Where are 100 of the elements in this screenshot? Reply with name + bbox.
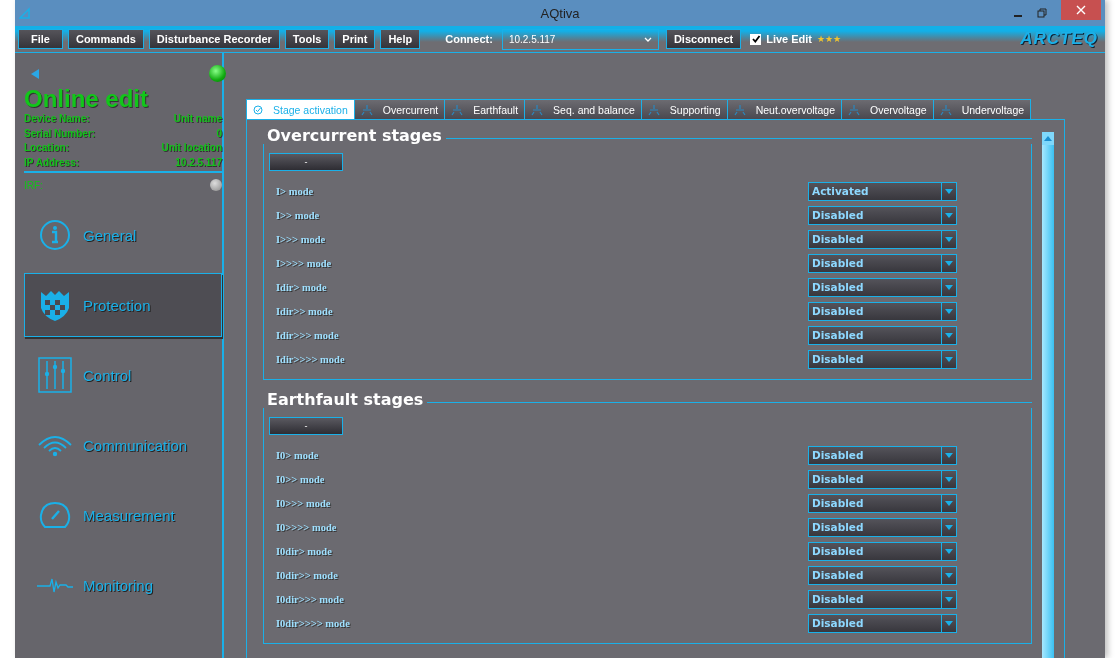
setting-label: I>>>> mode [276, 257, 332, 269]
info-label: IP Address: [24, 155, 80, 170]
mode-dropdown[interactable]: Disabled [808, 493, 957, 513]
mode-title: Online edit [24, 85, 149, 112]
tab[interactable]: Earthfault [444, 99, 525, 119]
disconnect-button[interactable]: Disconnect [665, 29, 742, 49]
check-circle-icon [253, 104, 263, 115]
shield-icon [38, 288, 72, 322]
mode-dropdown[interactable]: Disabled [808, 589, 957, 609]
stage-icon [939, 103, 952, 116]
restore-icon[interactable] [1037, 8, 1047, 18]
connection-dropdown[interactable]: 10.2.5.117 [501, 28, 659, 50]
mode-dropdown[interactable]: Disabled [808, 229, 957, 249]
app-icon [19, 7, 31, 19]
stage-icon [647, 103, 660, 116]
dropdown-arrow-icon [945, 356, 953, 362]
setting-label: I0>> mode [276, 473, 325, 485]
setting-label: I0dir>>>> mode [276, 617, 350, 629]
dropdown-arrow-icon [945, 620, 953, 626]
mode-dropdown[interactable]: Disabled [808, 445, 957, 465]
mode-dropdown[interactable]: Disabled [808, 253, 957, 273]
window-title: AQtiva [540, 5, 580, 21]
menu-button[interactable]: Help [380, 29, 421, 49]
info-label: Location: [24, 141, 69, 155]
dropdown-arrow-icon [945, 572, 953, 578]
mode-dropdown[interactable]: Disabled [808, 277, 957, 297]
section-title: Overcurrent stages [267, 126, 443, 145]
mode-dropdown[interactable]: Disabled [808, 325, 957, 345]
dropdown-arrow-icon [945, 596, 953, 602]
setting-label: Idir>>> mode [276, 329, 339, 341]
setting-label: I>>> mode [276, 233, 326, 245]
info-value: 10.2.5.117 [175, 155, 222, 170]
section-title: Earthfault stages [267, 390, 425, 409]
live-edit-checkbox[interactable] [750, 33, 762, 45]
dropdown-arrow-icon [945, 500, 953, 506]
mode-dropdown[interactable]: Disabled [808, 301, 957, 321]
collapse-button[interactable]: - [269, 417, 343, 435]
menu-button[interactable]: Disturbance Recorder [148, 29, 280, 49]
chevron-icon [643, 36, 652, 42]
mode-dropdown[interactable]: Activated [808, 181, 957, 201]
dropdown-arrow-icon [945, 236, 953, 242]
setting-label: I0>>>> mode [276, 521, 337, 533]
dropdown-arrow-icon [945, 524, 953, 530]
setting-label: I0> mode [276, 449, 319, 461]
info-value: Unit location [161, 141, 222, 155]
info-value: 0 [216, 126, 222, 141]
dropdown-arrow-icon [945, 212, 953, 218]
sliders-icon [38, 357, 72, 393]
pulse-icon [36, 577, 74, 593]
stage-icon [531, 103, 544, 116]
close-button[interactable] [1061, 0, 1101, 20]
setting-label: I0>>> mode [276, 497, 331, 509]
mode-dropdown[interactable]: Disabled [808, 517, 957, 537]
dropdown-arrow-icon [945, 476, 953, 482]
live-edit-label: Live Edit [766, 33, 813, 45]
setting-label: I>> mode [276, 209, 320, 221]
setting-label: I0dir>> mode [276, 569, 338, 581]
gauge-icon [39, 501, 71, 529]
dropdown-arrow-icon [945, 452, 953, 458]
info-value: Unit name [173, 112, 222, 126]
mode-dropdown[interactable]: Disabled [808, 349, 957, 369]
nav-item[interactable]: Protection [24, 273, 222, 337]
dropdown-arrow-icon [945, 284, 953, 290]
mode-dropdown[interactable]: Disabled [808, 613, 957, 633]
dropdown-arrow-icon [945, 308, 953, 314]
rating-stars: ★★★ [817, 34, 842, 44]
menu-button[interactable]: Commands [67, 29, 144, 49]
menu-button[interactable]: File [18, 29, 63, 49]
dropdown-arrow-icon [945, 188, 953, 194]
setting-label: Idir>> mode [276, 305, 333, 317]
tab[interactable]: Overvoltage [841, 99, 933, 119]
scrollbar[interactable] [1042, 132, 1054, 658]
mode-dropdown[interactable]: Disabled [808, 541, 957, 561]
menu-button[interactable]: Print [334, 29, 376, 49]
setting-label: I> mode [276, 185, 314, 197]
scroll-up-icon[interactable] [1044, 136, 1052, 141]
tab[interactable]: Undervoltage [932, 99, 1032, 119]
tab[interactable]: Overcurrent [353, 99, 445, 119]
setting-label: Idir>>>> mode [276, 353, 345, 365]
setting-label: Idir> mode [276, 281, 327, 293]
setting-label: I0dir>>> mode [276, 593, 344, 605]
menu-button[interactable]: Tools [284, 29, 330, 49]
mode-dropdown[interactable]: Disabled [808, 205, 957, 225]
close-icon [1076, 5, 1086, 15]
irf-label: IRF: [24, 179, 43, 191]
dropdown-arrow-icon [945, 260, 953, 266]
info-label: Serial Number: [24, 126, 96, 141]
dropdown-arrow-icon [945, 332, 953, 338]
info-icon [39, 219, 71, 251]
dropdown-arrow-icon [945, 548, 953, 554]
back-arrow-icon[interactable] [30, 67, 40, 80]
tab[interactable]: Seq. and balance [524, 99, 641, 119]
mode-dropdown[interactable]: Disabled [808, 565, 957, 585]
stage-icon [733, 103, 746, 116]
tab[interactable]: Supporting [640, 99, 727, 119]
tab[interactable]: Neut.overvoltage [726, 99, 842, 119]
mode-dropdown[interactable]: Disabled [808, 469, 957, 489]
stage-icon [451, 103, 464, 116]
collapse-button[interactable]: - [269, 153, 343, 171]
logo: ARCTEQ [1020, 29, 1098, 49]
